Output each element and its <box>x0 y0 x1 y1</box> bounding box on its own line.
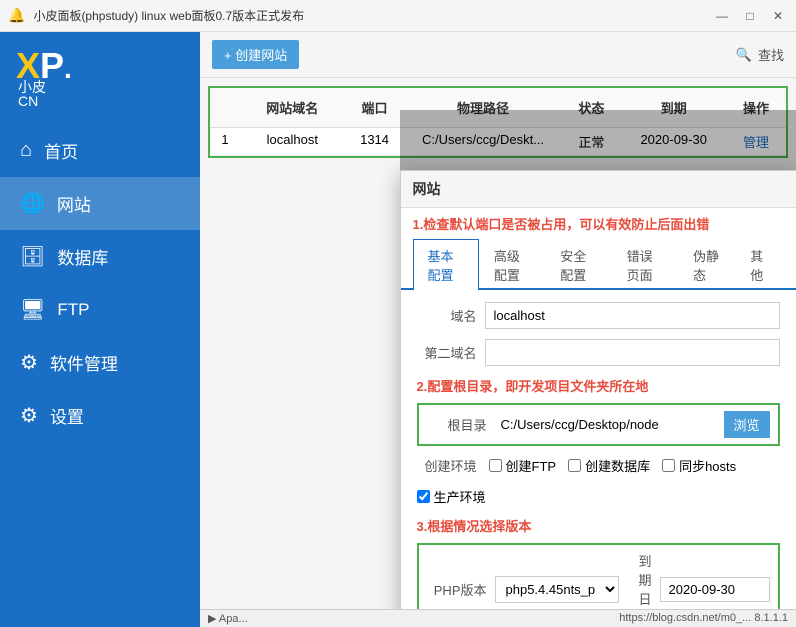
sidebar-nav: ⌂ 首页 🌐 网站 🗄 数据库 🖥 FTP ⚙ 软件管理 ⚙ 设置 <box>0 124 200 627</box>
prod-env-text: 生产环境 <box>434 487 486 506</box>
database-icon: 🗄 <box>20 244 45 269</box>
settings-icon: ⚙ <box>20 403 38 428</box>
status-bar: ▶ Apa... https://blog.csdn.net/m0_... 8.… <box>200 609 796 627</box>
sidebar-item-software-label: 软件管理 <box>50 350 118 375</box>
titlebar-title: 小皮面板(phpstudy) linux web面板0.7版本正式发布 <box>33 7 712 24</box>
prod-env-checkbox[interactable] <box>417 490 430 503</box>
titlebar-controls: — □ ✕ <box>712 6 788 26</box>
sidebar-item-settings-label: 设置 <box>50 403 84 428</box>
sidebar-logo: XP . 小皮CN <box>0 32 200 124</box>
col-port: 端口 <box>345 94 405 121</box>
modal-body: 域名 第二域名 2.配置根目录，即开发项目文件夹所在地 根目录 <box>401 290 796 609</box>
create-db-label[interactable]: 创建数据库 <box>568 456 650 475</box>
modal-overlay: 网站 1.检查默认端口是否被占用，可以有效防止后面出错 基本配置 高级配置 安全… <box>400 110 796 609</box>
status-left: ▶ Apa... <box>208 612 248 625</box>
tab-rewrite[interactable]: 伪静态 <box>678 239 735 290</box>
create-db-checkbox[interactable] <box>568 459 581 472</box>
tab-advanced[interactable]: 高级配置 <box>479 239 545 290</box>
search-area: 🔍 查找 <box>736 45 784 64</box>
modal-title-bar: 网站 <box>401 171 796 208</box>
env-label: 创建环境 <box>417 456 477 475</box>
software-icon: ⚙ <box>20 350 38 375</box>
content-wrapper: 网站域名 端口 物理路径 状态 到期 操作 1 localhost 1314 C… <box>200 78 796 609</box>
sidebar-item-website[interactable]: 🌐 网站 <box>0 177 200 230</box>
subdomain-row: 第二域名 <box>417 339 780 366</box>
expire-label: 到期日期 <box>639 551 652 609</box>
sidebar-item-ftp-label: FTP <box>57 300 89 320</box>
create-ftp-checkbox[interactable] <box>489 459 502 472</box>
website-icon: 🌐 <box>20 191 45 216</box>
tab-security[interactable]: 安全配置 <box>545 239 611 290</box>
sidebar: XP . 小皮CN ⌂ 首页 🌐 网站 🗄 数据库 🖥 FTP <box>0 32 200 627</box>
php-label: PHP版本 <box>427 580 487 599</box>
prod-env-label[interactable]: 生产环境 <box>417 487 486 506</box>
tab-error-page[interactable]: 错误页面 <box>612 239 678 290</box>
hint3: 3.根据情况选择版本 <box>417 516 780 535</box>
modal-tabs: 基本配置 高级配置 安全配置 错误页面 伪静态 其他 <box>401 239 796 290</box>
col-num <box>210 94 240 121</box>
expire-input[interactable] <box>660 577 770 602</box>
domain-row: 域名 <box>417 302 780 329</box>
website-config-modal: 网站 1.检查默认端口是否被占用，可以有效防止后面出错 基本配置 高级配置 安全… <box>400 170 796 609</box>
create-ftp-label[interactable]: 创建FTP <box>489 456 557 475</box>
home-icon: ⌂ <box>20 139 32 162</box>
sidebar-item-database-label: 数据库 <box>57 244 108 269</box>
hint2: 2.配置根目录，即开发项目文件夹所在地 <box>417 376 780 395</box>
ftp-icon: 🖥 <box>20 297 45 322</box>
tab-basic[interactable]: 基本配置 <box>413 239 479 290</box>
modal-subtitle-text: 1.检查默认端口是否被占用，可以有效防止后面出错 <box>413 217 710 232</box>
php-select[interactable]: php5.4.45nts_p <box>495 576 619 603</box>
row-num: 1 <box>210 128 240 155</box>
status-right: https://blog.csdn.net/m0_... 8.1.1.1 <box>619 612 788 625</box>
sidebar-item-software[interactable]: ⚙ 软件管理 <box>0 336 200 389</box>
subdomain-input[interactable] <box>485 339 780 366</box>
sidebar-item-database[interactable]: 🗄 数据库 <box>0 230 200 283</box>
subdomain-label: 第二域名 <box>417 343 477 362</box>
create-ftp-text: 创建FTP <box>506 456 557 475</box>
sync-hosts-checkbox[interactable] <box>662 459 675 472</box>
search-label: 查找 <box>758 45 784 64</box>
titlebar: 🔔 小皮面板(phpstudy) linux web面板0.7版本正式发布 — … <box>0 0 796 32</box>
notification-icon: 🔔 <box>8 7 25 24</box>
root-label: 根目录 <box>427 415 487 434</box>
search-icon: 🔍 <box>736 47 752 63</box>
close-button[interactable]: ✕ <box>768 6 788 26</box>
sync-hosts-text: 同步hosts <box>679 456 736 475</box>
create-db-text: 创建数据库 <box>585 456 650 475</box>
sidebar-item-website-label: 网站 <box>57 191 91 216</box>
root-dir-row: 根目录 浏览 <box>417 403 780 446</box>
sidebar-item-home-label: 首页 <box>44 138 78 163</box>
tab-other[interactable]: 其他 <box>735 239 783 290</box>
main-layout: XP . 小皮CN ⌂ 首页 🌐 网站 🗄 数据库 🖥 FTP <box>0 32 796 627</box>
env-row: 创建环境 创建FTP 创建数据库 同步hosts <box>417 456 780 506</box>
sidebar-item-home[interactable]: ⌂ 首页 <box>0 124 200 177</box>
row-domain: localhost <box>240 128 345 155</box>
toolbar: + 创建网站 🔍 查找 <box>200 32 796 78</box>
modal-subtitle: 1.检查默认端口是否被占用，可以有效防止后面出错 <box>401 208 796 239</box>
sidebar-item-settings[interactable]: ⚙ 设置 <box>0 389 200 442</box>
modal-title: 网站 <box>413 179 441 199</box>
create-website-button[interactable]: + 创建网站 <box>212 40 299 69</box>
php-version-row: PHP版本 php5.4.45nts_p 到期日期 <box>417 543 780 609</box>
col-domain: 网站域名 <box>240 94 345 121</box>
browse-button[interactable]: 浏览 <box>724 411 770 438</box>
domain-input[interactable] <box>485 302 780 329</box>
sidebar-item-ftp[interactable]: 🖥 FTP <box>0 283 200 336</box>
content-area: + 创建网站 🔍 查找 网站域名 端口 物理路径 状态 到期 操作 1 <box>200 32 796 627</box>
row-port: 1314 <box>345 128 405 155</box>
sync-hosts-label[interactable]: 同步hosts <box>662 456 736 475</box>
root-input[interactable] <box>495 414 716 435</box>
domain-label: 域名 <box>417 306 477 325</box>
minimize-button[interactable]: — <box>712 6 732 26</box>
maximize-button[interactable]: □ <box>740 6 760 26</box>
